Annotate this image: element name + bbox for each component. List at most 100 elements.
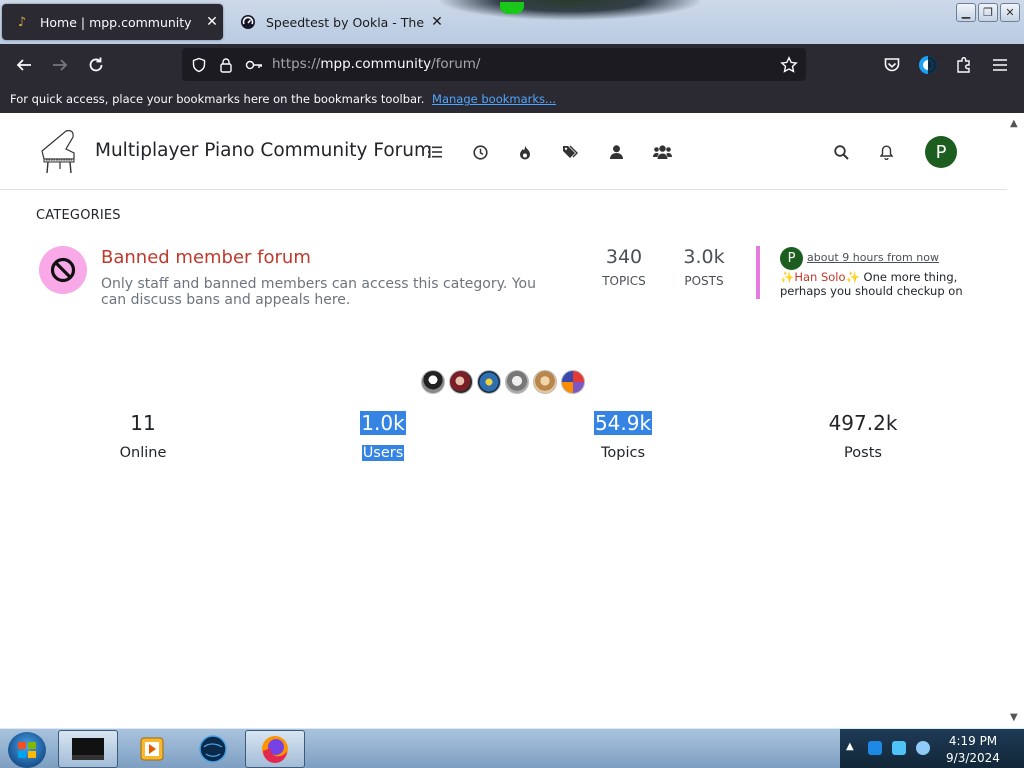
online-user-avatar[interactable] (421, 370, 445, 394)
user-avatar[interactable]: P (925, 136, 957, 168)
url-path: /forum/ (431, 56, 481, 72)
users-label-text: Users (361, 445, 405, 461)
start-button[interactable] (8, 732, 46, 768)
online-label-text: Online (119, 445, 167, 461)
topics-label-text: Topics (600, 445, 646, 461)
manage-bookmarks-link[interactable]: Manage bookmarks... (432, 92, 556, 106)
forum-header: Multiplayer Piano Community Forum P (0, 113, 1007, 190)
window-decoration (440, 0, 700, 20)
extensions-puzzle-icon[interactable] (948, 49, 980, 81)
online-count: 11 (83, 411, 203, 435)
topics-label: Topics (563, 445, 683, 461)
online-user-avatar[interactable] (533, 370, 557, 394)
windows-taskbar: ▲ 4:19 PM 9/3/2024 (0, 728, 1024, 768)
tab-speedtest[interactable]: Speedtest by Ookla - The Glob ✕ (228, 4, 448, 40)
category-title-link[interactable]: Banned member forum (101, 247, 311, 268)
users-count: 1.0k (323, 411, 443, 435)
reload-icon[interactable] (80, 49, 112, 81)
category-topics-count: 340 (605, 246, 643, 268)
shield-icon[interactable] (188, 54, 210, 76)
page-content: Multiplayer Piano Community Forum P CATE… (0, 113, 1007, 728)
system-tray: ▲ 4:19 PM 9/3/2024 (840, 729, 1024, 768)
piano-logo-icon[interactable] (36, 127, 80, 175)
url-host: mpp.community (320, 56, 432, 72)
show-hidden-icons-icon[interactable]: ▲ (846, 741, 854, 752)
category-posts-count: 3.0k (683, 246, 725, 268)
extension-moon-icon[interactable] (912, 49, 944, 81)
url-scheme: https:// (272, 56, 321, 72)
teaser-accent-bar (756, 246, 760, 299)
close-window-button[interactable]: ✕ (1000, 3, 1020, 22)
topics-count-value: 54.9k (593, 411, 653, 435)
minimize-button[interactable]: ▁ (956, 3, 976, 22)
users-group-icon[interactable] (650, 140, 674, 164)
site-title[interactable]: Multiplayer Piano Community Forum (95, 140, 432, 161)
teaser-avatar[interactable]: P (780, 247, 803, 270)
pocket-icon[interactable] (876, 49, 908, 81)
navigation-toolbar: https://mpp.community/forum/ (0, 44, 1024, 86)
tray-app-icon[interactable] (868, 741, 882, 755)
window-decoration-indicator (500, 2, 524, 14)
teaser-timestamp-link[interactable]: about 9 hours from now (807, 251, 939, 264)
sparkle-emoji: ✨ (780, 270, 795, 284)
tray-volume-icon[interactable] (916, 741, 930, 755)
online-user-avatar[interactable] (505, 370, 529, 394)
search-icon[interactable] (829, 140, 853, 164)
scroll-up-arrow-icon[interactable]: ▲ (1010, 118, 1018, 129)
teaser-author-name: Han Solo (794, 270, 846, 284)
url-text[interactable]: https://mpp.community/forum/ (272, 56, 480, 72)
taskbar-globe-app-icon[interactable] (183, 730, 243, 768)
close-tab-icon[interactable]: ✕ (201, 14, 223, 30)
page-scrollbar[interactable] (1007, 113, 1024, 728)
tab-home-mpp-community[interactable]: ♪ Home | mpp.community ✕ (2, 4, 223, 40)
teaser-post-text[interactable]: ✨Han Solo✨ One more thing, perhaps you s… (780, 270, 975, 298)
categories-list-icon[interactable] (423, 140, 447, 164)
category-posts-label: POSTS (684, 274, 724, 288)
key-icon[interactable] (243, 54, 265, 76)
address-bar[interactable]: https://mpp.community/forum/ (182, 48, 806, 81)
tray-network-icon[interactable] (892, 741, 906, 755)
tab-label: Speedtest by Ookla - The Glob (266, 14, 426, 30)
bookmark-star-icon[interactable] (778, 54, 800, 76)
posts-count: 497.2k (803, 411, 923, 435)
music-note-icon: ♪ (17, 14, 27, 30)
lock-icon[interactable] (215, 54, 237, 76)
online-count-value: 11 (130, 411, 156, 435)
forward-icon[interactable] (44, 49, 76, 81)
posts-label-text: Posts (844, 445, 882, 461)
back-icon[interactable] (8, 49, 40, 81)
restore-button[interactable]: ❐ (978, 3, 998, 22)
recent-clock-icon[interactable] (468, 140, 492, 164)
banned-category-icon[interactable] (39, 246, 87, 294)
online-users-avatars (421, 370, 585, 394)
browser-titlebar: ♪ Home | mpp.community ✕ Speedtest by Oo… (0, 0, 1024, 44)
user-icon[interactable] (604, 140, 628, 164)
category-description: Only staff and banned members can access… (101, 276, 536, 308)
online-user-avatar[interactable] (477, 370, 501, 394)
notifications-bell-icon[interactable] (874, 140, 898, 164)
online-label: Online (83, 445, 203, 461)
online-user-avatar[interactable] (449, 370, 473, 394)
category-topics-label: TOPICS (602, 274, 646, 288)
tags-icon[interactable] (559, 140, 583, 164)
categories-heading: CATEGORIES (36, 208, 121, 223)
sparkle-emoji: ✨ (845, 270, 860, 284)
bookmarks-toolbar: For quick access, place your bookmarks h… (0, 86, 1024, 113)
users-count-value: 1.0k (360, 411, 406, 435)
clock-time[interactable]: 4:19 PM (940, 734, 1006, 748)
posts-count-value: 497.2k (828, 411, 898, 435)
speedtest-icon (240, 14, 256, 30)
hamburger-menu-icon[interactable] (984, 49, 1016, 81)
clock-date[interactable]: 9/3/2024 (940, 751, 1006, 765)
taskbar-firefox-icon[interactable] (245, 730, 305, 768)
bookmarks-hint: For quick access, place your bookmarks h… (10, 92, 425, 106)
popular-fire-icon[interactable] (513, 140, 537, 164)
topics-count: 54.9k (563, 411, 683, 435)
tab-label: Home | mpp.community (40, 14, 192, 30)
posts-label: Posts (803, 445, 923, 461)
scroll-down-arrow-icon[interactable]: ▼ (1010, 712, 1018, 723)
online-user-avatar[interactable] (561, 370, 585, 394)
taskbar-piano-app[interactable] (58, 730, 118, 768)
users-label: Users (323, 445, 443, 461)
taskbar-media-player-icon[interactable] (122, 730, 182, 768)
